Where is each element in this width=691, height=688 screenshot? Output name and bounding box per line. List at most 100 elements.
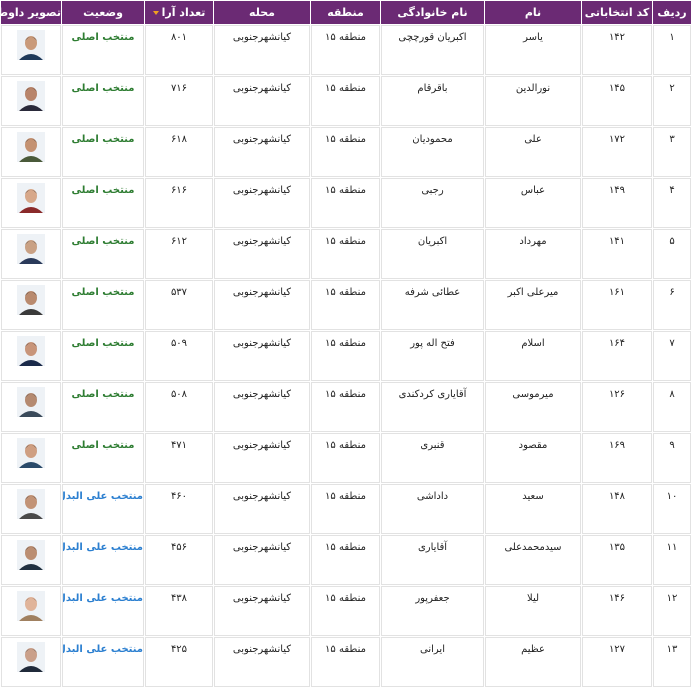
code-cell: ۱۴۵ (582, 76, 652, 126)
status-cell: منتخب اصلی (62, 331, 144, 381)
code-cell: ۱۲۷ (582, 637, 652, 687)
status-cell: منتخب اصلی (62, 127, 144, 177)
candidate-photo-icon[interactable] (17, 591, 45, 621)
first-name-cell: مهرداد (485, 229, 581, 279)
candidate-photo-icon[interactable] (17, 81, 45, 111)
table-row: ۷ ۱۶۴ اسلام فتح اله پور منطقه ۱۵ کیانشهرجنوبی… (1, 331, 691, 381)
code-cell: ۱۴۱ (582, 229, 652, 279)
last-name-cell: جعفرپور (381, 586, 484, 636)
votes-cell: ۴۶۰ (145, 484, 213, 534)
header-code[interactable]: کد انتخاباتی (582, 1, 652, 24)
district-cell: کیانشهرجنوبی (214, 637, 310, 687)
results-page: ردیف کد انتخاباتی نام نام خانوادگی منطقه… (0, 0, 691, 687)
candidate-photo-icon[interactable] (17, 489, 45, 519)
candidate-photo-icon[interactable] (17, 438, 45, 468)
votes-cell: ۴۷۱ (145, 433, 213, 483)
table-row: ۹ ۱۶۹ مقصود قنبری منطقه ۱۵ کیانشهرجنوبی ۴۷۱ منت… (1, 433, 691, 483)
table-row: ۵ ۱۴۱ مهرداد اکبریان منطقه ۱۵ کیانشهرجنوبی ۶۱۲… (1, 229, 691, 279)
first-name-cell: سیدمحمدعلی (485, 535, 581, 585)
photo-cell (1, 25, 61, 75)
last-name-cell: اکبریان (381, 229, 484, 279)
table-row: ۲ ۱۴۵ نورالدین باقرقام منطقه ۱۵ کیانشهرجنوبی ۷… (1, 76, 691, 126)
table-row: ۳ ۱۷۲ علی محمودیان منطقه ۱۵ کیانشهرجنوبی ۶۱۸ من… (1, 127, 691, 177)
status-cell: منتخب اصلی (62, 178, 144, 228)
candidate-photo-icon[interactable] (17, 183, 45, 213)
region-cell: منطقه ۱۵ (311, 484, 380, 534)
first-name-cell: عباس (485, 178, 581, 228)
photo-cell (1, 229, 61, 279)
votes-cell: ۵۳۷ (145, 280, 213, 330)
header-photo[interactable]: تصویر داوطلب (0, 1, 61, 24)
header-region[interactable]: منطقه (311, 1, 380, 24)
first-name-cell: میرموسی (485, 382, 581, 432)
candidate-photo-icon[interactable] (17, 132, 45, 162)
district-cell: کیانشهرجنوبی (214, 76, 310, 126)
rank-cell: ۵ (653, 229, 691, 279)
votes-cell: ۴۲۵ (145, 637, 213, 687)
last-name-cell: عطائی شرفه (381, 280, 484, 330)
status-cell: منتخب علی البدل (62, 586, 144, 636)
code-cell: ۱۳۵ (582, 535, 652, 585)
table-row: ۱۰ ۱۴۸ سعید داداشی منطقه ۱۵ کیانشهرجنوبی ۴۶۰ من… (1, 484, 691, 534)
photo-cell (1, 127, 61, 177)
votes-cell: ۶۱۶ (145, 178, 213, 228)
header-rank[interactable]: ردیف (653, 1, 691, 24)
votes-cell: ۴۳۸ (145, 586, 213, 636)
candidate-photo-icon[interactable] (17, 234, 45, 264)
code-cell: ۱۴۲ (582, 25, 652, 75)
status-cell: منتخب علی البدل (62, 484, 144, 534)
rank-cell: ۱ (653, 25, 691, 75)
header-votes[interactable]: تعداد آرا (145, 1, 213, 24)
region-cell: منطقه ۱۵ (311, 382, 380, 432)
status-cell: منتخب اصلی (62, 76, 144, 126)
last-name-cell: قنبری (381, 433, 484, 483)
rank-cell: ۳ (653, 127, 691, 177)
first-name-cell: میرعلی اکبر (485, 280, 581, 330)
header-district[interactable]: محله (214, 1, 310, 24)
candidate-photo-icon[interactable] (17, 285, 45, 315)
district-cell: کیانشهرجنوبی (214, 484, 310, 534)
header-last-name[interactable]: نام خانوادگی (381, 1, 484, 24)
table-row: ۶ ۱۶۱ میرعلی اکبر عطائی شرفه منطقه ۱۵ کیانشهر… (1, 280, 691, 330)
district-cell: کیانشهرجنوبی (214, 433, 310, 483)
district-cell: کیانشهرجنوبی (214, 382, 310, 432)
region-cell: منطقه ۱۵ (311, 178, 380, 228)
photo-cell (1, 280, 61, 330)
candidate-photo-icon[interactable] (17, 336, 45, 366)
status-cell: منتخب اصلی (62, 229, 144, 279)
candidate-photo-icon[interactable] (17, 387, 45, 417)
photo-cell (1, 433, 61, 483)
table-row: ۸ ۱۲۶ میرموسی آقایاری کردکندی منطقه ۱۵ کیانشه… (1, 382, 691, 432)
region-cell: منطقه ۱۵ (311, 25, 380, 75)
header-first-name[interactable]: نام (485, 1, 581, 24)
region-cell: منطقه ۱۵ (311, 433, 380, 483)
sort-desc-icon[interactable] (152, 11, 159, 15)
photo-cell (1, 331, 61, 381)
first-name-cell: نورالدین (485, 76, 581, 126)
photo-cell (1, 586, 61, 636)
candidate-photo-icon[interactable] (17, 642, 45, 672)
first-name-cell: عظیم (485, 637, 581, 687)
table-row: ۴ ۱۴۹ عباس رجبی منطقه ۱۵ کیانشهرجنوبی ۶۱۶ منتخب… (1, 178, 691, 228)
rank-cell: ۸ (653, 382, 691, 432)
rank-cell: ۴ (653, 178, 691, 228)
district-cell: کیانشهرجنوبی (214, 280, 310, 330)
candidate-photo-icon[interactable] (17, 540, 45, 570)
photo-cell (1, 76, 61, 126)
status-cell: منتخب علی البدل (62, 535, 144, 585)
last-name-cell: رجبی (381, 178, 484, 228)
votes-cell: ۶۱۲ (145, 229, 213, 279)
code-cell: ۱۶۴ (582, 331, 652, 381)
last-name-cell: آقایاری (381, 535, 484, 585)
district-cell: کیانشهرجنوبی (214, 535, 310, 585)
code-cell: ۱۷۲ (582, 127, 652, 177)
rank-cell: ۱۲ (653, 586, 691, 636)
table-row: ۱۱ ۱۳۵ سیدمحمدعلی آقایاری منطقه ۱۵ کیانشهرجنو… (1, 535, 691, 585)
candidate-photo-icon[interactable] (17, 30, 45, 60)
header-status[interactable]: وضعیت (62, 1, 144, 24)
rank-cell: ۶ (653, 280, 691, 330)
code-cell: ۱۴۹ (582, 178, 652, 228)
status-cell: منتخب اصلی (62, 433, 144, 483)
last-name-cell: باقرقام (381, 76, 484, 126)
first-name-cell: علی (485, 127, 581, 177)
